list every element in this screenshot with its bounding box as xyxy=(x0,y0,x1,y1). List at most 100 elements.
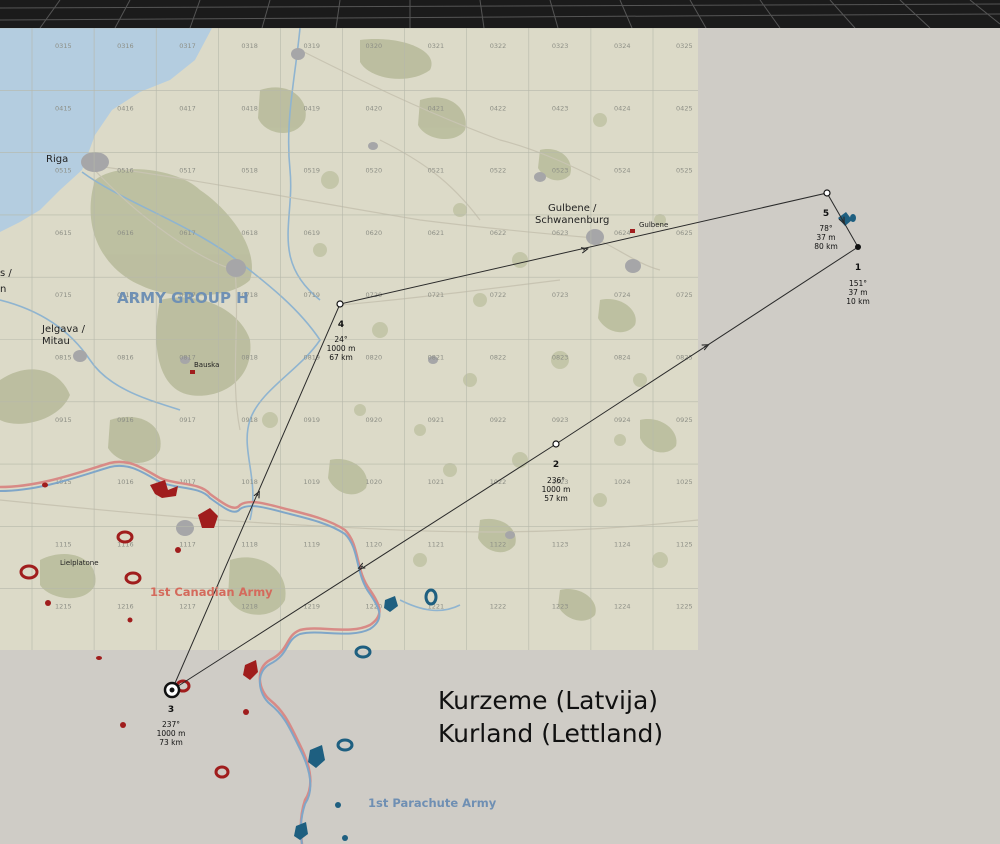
grid-label: 0721 xyxy=(428,291,445,299)
waypoint-5-label: 5 78° 37 m 80 km xyxy=(814,209,838,251)
grid-label: 0417 xyxy=(179,104,196,112)
blue-unit-3 xyxy=(294,822,308,840)
wp2-num: 2 xyxy=(553,460,559,470)
wp3-heading: 237° xyxy=(162,720,180,729)
grid-label: 0824 xyxy=(614,354,631,362)
town-bauska: Bauska xyxy=(194,361,219,369)
grid-label: 0525 xyxy=(676,167,693,175)
grid-label: 0915 xyxy=(55,416,72,424)
grid-label: 0318 xyxy=(241,42,258,50)
grid-label: 1124 xyxy=(614,540,631,548)
grid-label: 1225 xyxy=(676,603,693,611)
grid-label: 0515 xyxy=(55,167,72,175)
grid-label: 0425 xyxy=(676,104,693,112)
grid-label: 1118 xyxy=(241,540,258,548)
grid-label: 0725 xyxy=(676,291,693,299)
grid-label: 0618 xyxy=(241,229,258,237)
grid-label: 0920 xyxy=(366,416,383,424)
grid-label: 0423 xyxy=(552,104,569,112)
grid-label: 0815 xyxy=(55,354,72,362)
grid-label: 0621 xyxy=(428,229,445,237)
grid-label: 0315 xyxy=(55,42,72,50)
bauska-red-marker xyxy=(190,370,195,374)
grid-label: 0722 xyxy=(490,291,507,299)
wp5-alt: 37 m xyxy=(816,233,835,242)
grid-label: 1025 xyxy=(676,478,693,486)
waypoint-2-marker[interactable] xyxy=(552,440,560,448)
red-unit-3 xyxy=(243,660,258,680)
grid-label: 0422 xyxy=(490,104,507,112)
grid-label: 1016 xyxy=(117,478,134,486)
grid-label: 1021 xyxy=(428,478,445,486)
grid-label: 0823 xyxy=(552,354,569,362)
blue-unit-2 xyxy=(308,745,325,768)
grid-label: 0518 xyxy=(241,167,258,175)
grid-label: 0816 xyxy=(117,354,134,362)
grid-label: 0619 xyxy=(303,229,320,237)
grid-label: 0420 xyxy=(366,104,383,112)
grid-label: 1020 xyxy=(366,478,383,486)
wp1-dist: 10 km xyxy=(846,297,870,306)
grid-label: 0917 xyxy=(179,416,196,424)
grid-label: 0723 xyxy=(552,291,569,299)
wp5-num: 5 xyxy=(823,209,829,219)
grid-label: 1120 xyxy=(366,540,383,548)
grid-label: 0524 xyxy=(614,167,631,175)
grid-label: 1215 xyxy=(55,603,72,611)
grid-label: 0321 xyxy=(428,42,445,50)
grid-label: 0521 xyxy=(428,167,445,175)
grid-label: 0323 xyxy=(552,42,569,50)
grid-label: 0317 xyxy=(179,42,196,50)
grid-label: 1123 xyxy=(552,540,569,548)
waypoint-4-marker[interactable] xyxy=(336,300,344,308)
grid-label: 0615 xyxy=(55,229,72,237)
grid-label: 0325 xyxy=(676,42,693,50)
waypoint-3-marker[interactable] xyxy=(163,681,181,699)
grid-label: 0624 xyxy=(614,229,631,237)
grid-label: 1121 xyxy=(428,540,445,548)
grid-label: 0421 xyxy=(428,104,445,112)
grid-label: 1218 xyxy=(241,603,258,611)
map-title: Kurzeme (Latvija) Kurland (Lettland) xyxy=(438,684,663,750)
grid-label: 0316 xyxy=(117,42,134,50)
wp3-dist: 73 km xyxy=(159,738,183,747)
grid-label: 1222 xyxy=(490,603,507,611)
wp1-alt: 37 m xyxy=(848,288,867,297)
wp5-dist: 80 km xyxy=(814,242,838,251)
grid-label: 0416 xyxy=(117,104,134,112)
town-gulbene-small: Gulbene xyxy=(639,221,668,229)
grid-label: 1125 xyxy=(676,540,693,548)
grid-label: 0724 xyxy=(614,291,631,299)
city-gulbene-line1: Gulbene / xyxy=(548,203,597,214)
waypoint-5-marker[interactable] xyxy=(823,189,831,197)
grid-label: 0918 xyxy=(241,416,258,424)
wp2-dist: 57 km xyxy=(544,494,568,503)
grid-label: 0715 xyxy=(55,291,72,299)
grid-label: 1018 xyxy=(241,478,258,486)
city-jelgava-line1: Jelgava / xyxy=(41,324,86,335)
city-edge-line1: s / xyxy=(0,268,12,279)
grid-label: 0924 xyxy=(614,416,631,424)
grid-label: 0324 xyxy=(614,42,631,50)
grid-label: 0320 xyxy=(366,42,383,50)
grid-label: 1224 xyxy=(614,603,631,611)
wp5-heading: 78° xyxy=(819,224,833,233)
grid-label: 0520 xyxy=(366,167,383,175)
wp4-heading: 24° xyxy=(334,335,348,344)
grid-label: 1216 xyxy=(117,603,134,611)
grid-label: 1122 xyxy=(490,540,507,548)
grid-label: 0516 xyxy=(117,167,134,175)
waypoint-1-marker[interactable] xyxy=(855,244,861,250)
grid-label: 1019 xyxy=(303,478,320,486)
grid-label: 1024 xyxy=(614,478,631,486)
grid-label: 0415 xyxy=(55,104,72,112)
map-title-line2: Kurland (Lettland) xyxy=(438,719,664,748)
town-lielplatone: Lielplatone xyxy=(60,559,99,567)
wp3-num: 3 xyxy=(168,705,174,715)
wp4-alt: 1000 m xyxy=(327,344,356,353)
wp4-num: 4 xyxy=(338,320,344,330)
axis-army-label: 1st Parachute Army xyxy=(368,796,497,810)
map-title-line1: Kurzeme (Latvija) xyxy=(438,686,659,715)
wp2-heading: 236° xyxy=(547,476,565,485)
grid-label: 0319 xyxy=(303,42,320,50)
